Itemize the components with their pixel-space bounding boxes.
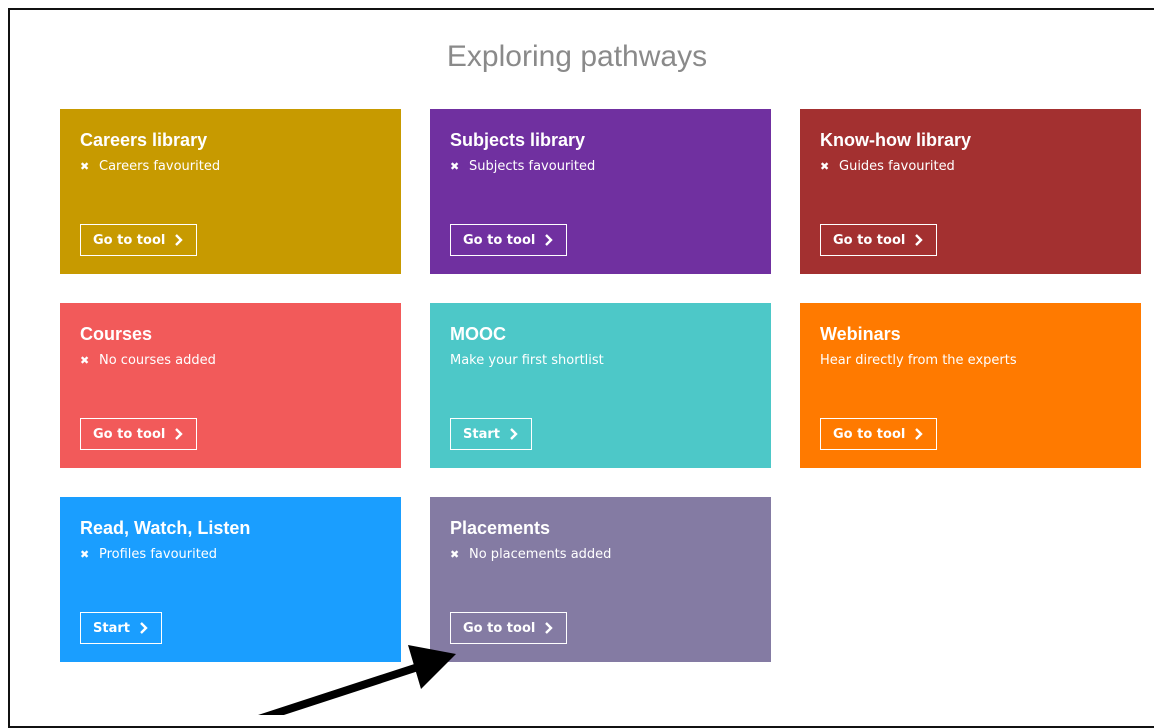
start-button[interactable]: Start bbox=[80, 612, 162, 644]
x-icon: ✖ bbox=[450, 160, 460, 173]
tile-status: ✖ No placements added bbox=[450, 546, 751, 564]
tile-status-text: Hear directly from the experts bbox=[820, 353, 1017, 368]
button-label: Start bbox=[93, 620, 130, 636]
start-button[interactable]: Start bbox=[450, 418, 532, 450]
tile-mooc[interactable]: MOOC Make your first shortlist Start bbox=[430, 303, 771, 468]
tile-placements[interactable]: Placements ✖ No placements added Go to t… bbox=[430, 497, 771, 662]
go-to-tool-button[interactable]: Go to tool bbox=[450, 612, 568, 644]
chevron-right-icon bbox=[915, 428, 924, 440]
chevron-right-icon bbox=[510, 428, 518, 440]
x-icon: ✖ bbox=[450, 548, 460, 561]
chevron-right-icon bbox=[140, 622, 148, 634]
chevron-right-icon bbox=[545, 234, 554, 246]
x-icon: ✖ bbox=[80, 548, 90, 561]
x-icon: ✖ bbox=[820, 160, 830, 173]
page-title: Exploring pathways bbox=[446, 40, 708, 73]
tile-status: ✖ Guides favourited bbox=[820, 158, 1121, 176]
button-label: Go to tool bbox=[833, 232, 906, 248]
go-to-tool-button[interactable]: Go to tool bbox=[80, 418, 198, 450]
button-label: Go to tool bbox=[93, 426, 166, 442]
tile-status: ✖ Careers favourited bbox=[80, 158, 381, 176]
button-label: Go to tool bbox=[463, 620, 536, 636]
tile-status-text: Make your first shortlist bbox=[450, 353, 604, 368]
chevron-right-icon bbox=[175, 234, 184, 246]
tile-status-text: Profiles favourited bbox=[99, 547, 218, 562]
go-to-tool-button[interactable]: Go to tool bbox=[820, 418, 938, 450]
tile-subjects-library[interactable]: Subjects library ✖ Subjects favourited G… bbox=[430, 109, 771, 274]
go-to-tool-button[interactable]: Go to tool bbox=[820, 224, 938, 256]
tile-status: ✖ No courses added bbox=[80, 352, 381, 370]
button-label: Go to tool bbox=[93, 232, 166, 248]
go-to-tool-button[interactable]: Go to tool bbox=[80, 224, 198, 256]
tile-title: MOOC bbox=[450, 324, 506, 344]
tile-courses[interactable]: Courses ✖ No courses added Go to tool bbox=[60, 303, 401, 468]
tile-status-text: No placements added bbox=[469, 547, 612, 562]
x-icon: ✖ bbox=[80, 160, 90, 173]
tile-title: Webinars bbox=[820, 324, 901, 344]
tile-status-text: Subjects favourited bbox=[469, 159, 596, 174]
x-icon: ✖ bbox=[80, 354, 90, 367]
go-to-tool-button[interactable]: Go to tool bbox=[450, 224, 568, 256]
tile-know-how-library[interactable]: Know-how library ✖ Guides favourited Go … bbox=[800, 109, 1141, 274]
tile-status: Hear directly from the experts bbox=[820, 352, 1121, 370]
tile-title: Know-how library bbox=[820, 130, 972, 150]
tile-title: Courses bbox=[80, 324, 153, 344]
tile-status-text: Careers favourited bbox=[99, 159, 221, 174]
tile-title: Careers library bbox=[80, 130, 208, 150]
button-label: Start bbox=[463, 426, 500, 442]
tile-title: Read, Watch, Listen bbox=[80, 518, 251, 538]
tile-careers-library[interactable]: Careers library ✖ Careers favourited Go … bbox=[60, 109, 401, 274]
chevron-right-icon bbox=[545, 622, 554, 634]
chevron-right-icon bbox=[915, 234, 924, 246]
tile-status: ✖ Subjects favourited bbox=[450, 158, 751, 176]
tile-status-text: No courses added bbox=[99, 353, 216, 368]
tile-title: Placements bbox=[450, 518, 551, 538]
tile-status-text: Guides favourited bbox=[839, 159, 955, 174]
chevron-right-icon bbox=[175, 428, 184, 440]
button-label: Go to tool bbox=[833, 426, 906, 442]
tile-webinars[interactable]: Webinars Hear directly from the experts … bbox=[800, 303, 1141, 468]
tile-status: Make your first shortlist bbox=[450, 352, 751, 370]
tile-title: Subjects library bbox=[450, 130, 586, 150]
button-label: Go to tool bbox=[463, 232, 536, 248]
tile-status: ✖ Profiles favourited bbox=[80, 546, 381, 564]
tile-read-watch-listen[interactable]: Read, Watch, Listen ✖ Profiles favourite… bbox=[60, 497, 401, 662]
